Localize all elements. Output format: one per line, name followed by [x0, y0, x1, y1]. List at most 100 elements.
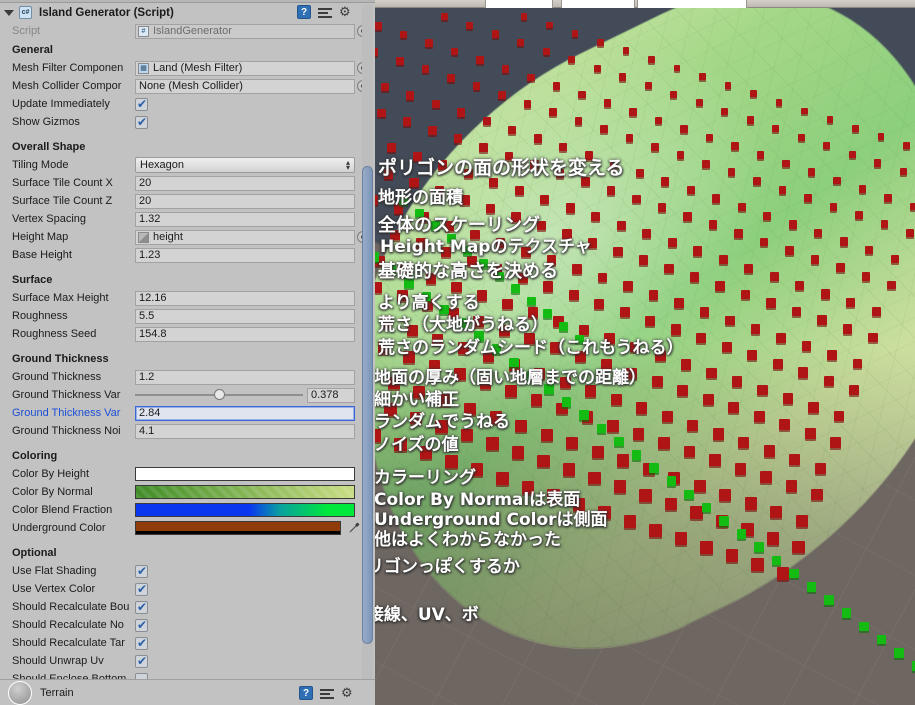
field-row-color-by-normal[interactable]: Color By Normal	[0, 483, 375, 501]
field-row-ground-thickness-variation[interactable]: Ground Thickness Var 2.84	[0, 404, 375, 422]
field-row-vertex-spacing[interactable]: Vertex Spacing 1.32	[0, 210, 375, 228]
gizmo-cube	[801, 107, 808, 115]
update-immediately-checkbox[interactable]	[135, 97, 148, 111]
scene-toolbar-strip[interactable]	[375, 0, 915, 8]
gizmo-cube	[629, 108, 637, 116]
optional-checkbox[interactable]	[135, 564, 148, 578]
script-object-field[interactable]: # IslandGenerator	[135, 23, 355, 39]
field-row-optional-4[interactable]: Should Recalculate Tar	[0, 634, 375, 652]
toolbar-segment[interactable]	[637, 0, 747, 8]
field-row-color-by-height[interactable]: Color By Height	[0, 465, 375, 483]
ground-thickness-input[interactable]: 1.2	[135, 369, 355, 385]
gizmo-cube	[695, 99, 703, 107]
field-row-show-gizmos[interactable]: Show Gizmos	[0, 113, 375, 131]
foldout-arrow-icon[interactable]	[4, 9, 14, 16]
gizmo-cube	[440, 13, 448, 21]
surface-max-height-input[interactable]: 12.16	[135, 290, 355, 306]
tiling-mode-dropdown[interactable]: Hexagon ▴ ▾	[135, 157, 355, 173]
gear-icon[interactable]: ⚙	[341, 686, 355, 700]
field-row-script[interactable]: Script # IslandGenerator	[0, 22, 375, 40]
mesh-collider-object-field[interactable]: None (Mesh Collider)	[135, 78, 355, 94]
field-row-ground-thickness-variation-slider[interactable]: Ground Thickness Var 0.378	[0, 386, 375, 404]
roughness-seed-input[interactable]: 154.8	[135, 326, 355, 342]
field-row-optional-1[interactable]: Use Vertex Color	[0, 580, 375, 598]
field-row-mesh-collider[interactable]: Mesh Collider Compor None (Mesh Collider…	[0, 77, 375, 95]
field-row-surface-tile-count-z[interactable]: Surface Tile Count Z 20	[0, 192, 375, 210]
gizmo-cube	[572, 497, 586, 511]
gear-icon[interactable]: ⚙	[339, 5, 353, 19]
field-row-roughness[interactable]: Roughness 5.5	[0, 307, 375, 325]
next-component-header-icons[interactable]: ? ⚙	[299, 686, 355, 700]
preset-sliders-icon[interactable]	[318, 5, 332, 19]
gizmo-cube	[606, 186, 616, 195]
gizmo-cube	[880, 220, 889, 228]
gizmo-cube	[540, 194, 550, 204]
field-row-tiling-mode[interactable]: Tiling Mode Hexagon ▴ ▾	[0, 156, 375, 174]
field-row-optional-5[interactable]: Should Unwrap Uv	[0, 652, 375, 670]
underground-color-swatch[interactable]	[135, 521, 341, 535]
optional-checkbox[interactable]	[135, 654, 148, 668]
base-height-input[interactable]: 1.23	[135, 247, 355, 263]
field-row-surface-max-height[interactable]: Surface Max Height 12.16	[0, 289, 375, 307]
field-row-surface-tile-count-x[interactable]: Surface Tile Count X 20	[0, 174, 375, 192]
eyedropper-icon[interactable]	[347, 521, 361, 535]
inspector-panel[interactable]: c# Island Generator (Script) ? ⚙ Script …	[0, 0, 375, 705]
scene-view[interactable]	[375, 0, 915, 705]
roughness-input[interactable]: 5.5	[135, 308, 355, 324]
scrollbar-thumb[interactable]	[362, 166, 373, 644]
field-row-update-immediately[interactable]: Update Immediately	[0, 95, 375, 113]
gizmo-cube	[616, 220, 626, 230]
gizmo-cube	[466, 21, 474, 29]
ground-thickness-noise-input[interactable]: 4.1	[135, 423, 355, 439]
field-row-ground-thickness[interactable]: Ground Thickness 1.2	[0, 368, 375, 386]
component-header[interactable]: c# Island Generator (Script) ? ⚙	[0, 3, 375, 22]
toolbar-segment[interactable]	[561, 0, 635, 8]
optional-checkbox[interactable]	[135, 636, 148, 650]
help-book-icon[interactable]: ?	[299, 686, 313, 700]
gizmo-cube	[903, 142, 910, 149]
optional-checkbox[interactable]	[135, 582, 148, 596]
gizmo-cube	[763, 211, 772, 220]
height-map-object-field[interactable]: height	[135, 229, 355, 245]
gizmo-cube	[527, 73, 535, 82]
vertex-spacing-input[interactable]: 1.32	[135, 211, 355, 227]
field-row-optional-0[interactable]: Use Flat Shading	[0, 562, 375, 580]
optional-checkbox[interactable]	[135, 600, 148, 614]
color-by-normal-gradient[interactable]	[135, 485, 355, 499]
preset-sliders-icon[interactable]	[320, 686, 334, 700]
gizmo-cube	[788, 220, 797, 229]
toolbar-segment[interactable]	[485, 0, 553, 8]
field-row-optional-2[interactable]: Should Recalculate Bou	[0, 598, 375, 616]
ground-thickness-variation-input[interactable]: 2.84	[135, 405, 355, 421]
field-row-color-blend-fraction[interactable]: Color Blend Fraction	[0, 501, 375, 519]
surface-tile-count-z-input[interactable]: 20	[135, 193, 355, 209]
surface-tile-count-x-input[interactable]: 20	[135, 175, 355, 191]
gizmo-cube	[725, 549, 739, 563]
field-row-mesh-filter[interactable]: Mesh Filter Componen ▦ Land (Mesh Filter…	[0, 59, 375, 77]
field-row-optional-3[interactable]: Should Recalculate No	[0, 616, 375, 634]
mesh-filter-object-field[interactable]: ▦ Land (Mesh Filter)	[135, 60, 355, 76]
inspector-scrollbar[interactable]	[362, 4, 373, 701]
slider-value-input[interactable]: 0.378	[307, 387, 355, 403]
color-by-height-swatch[interactable]	[135, 467, 355, 481]
next-component-header[interactable]: Terrain ? ⚙	[0, 679, 375, 705]
ground-thickness-variation-slider[interactable]: 0.378	[135, 387, 355, 403]
field-row-height-map[interactable]: Height Map height	[0, 228, 375, 246]
gizmo-cube	[848, 150, 856, 158]
optional-checkbox[interactable]	[135, 618, 148, 632]
component-header-icons[interactable]: ? ⚙	[297, 5, 353, 19]
slider-knob[interactable]	[213, 389, 225, 400]
field-row-base-height[interactable]: Base Height 1.23	[0, 246, 375, 264]
gizmo-cube	[806, 582, 816, 592]
field-row-underground-color[interactable]: Underground Color	[0, 519, 375, 537]
gizmo-cube	[470, 463, 484, 477]
gizmo-cube	[674, 298, 684, 309]
color-blend-fraction-gradient[interactable]	[135, 503, 355, 517]
slider-track[interactable]	[135, 389, 303, 400]
field-row-roughness-seed[interactable]: Roughness Seed 154.8	[0, 325, 375, 343]
field-row-ground-thickness-noise[interactable]: Ground Thickness Noi 4.1	[0, 422, 375, 440]
show-gizmos-checkbox[interactable]	[135, 115, 148, 129]
gizmo-cube	[460, 195, 470, 205]
help-book-icon[interactable]: ?	[297, 5, 311, 19]
optional-rows-container: Use Flat Shading Use Vertex Color Should R…	[0, 562, 375, 688]
